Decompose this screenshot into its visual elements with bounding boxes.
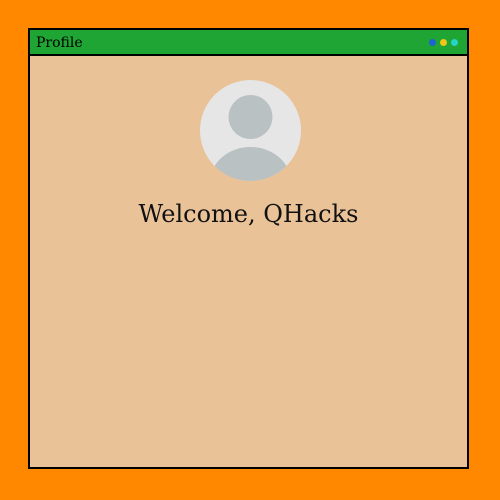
window-control-yellow-dot[interactable] bbox=[440, 39, 447, 46]
window-control-cyan-dot[interactable] bbox=[451, 39, 458, 46]
window-title: Profile bbox=[36, 35, 83, 51]
window-titlebar[interactable]: Profile bbox=[30, 30, 467, 56]
window-control-blue-dot[interactable] bbox=[429, 39, 436, 46]
window-controls bbox=[429, 39, 458, 46]
welcome-message: Welcome, QHacks bbox=[138, 200, 359, 228]
user-avatar-icon bbox=[200, 80, 301, 181]
profile-window: Profile Welcome, QHacks bbox=[28, 28, 469, 469]
